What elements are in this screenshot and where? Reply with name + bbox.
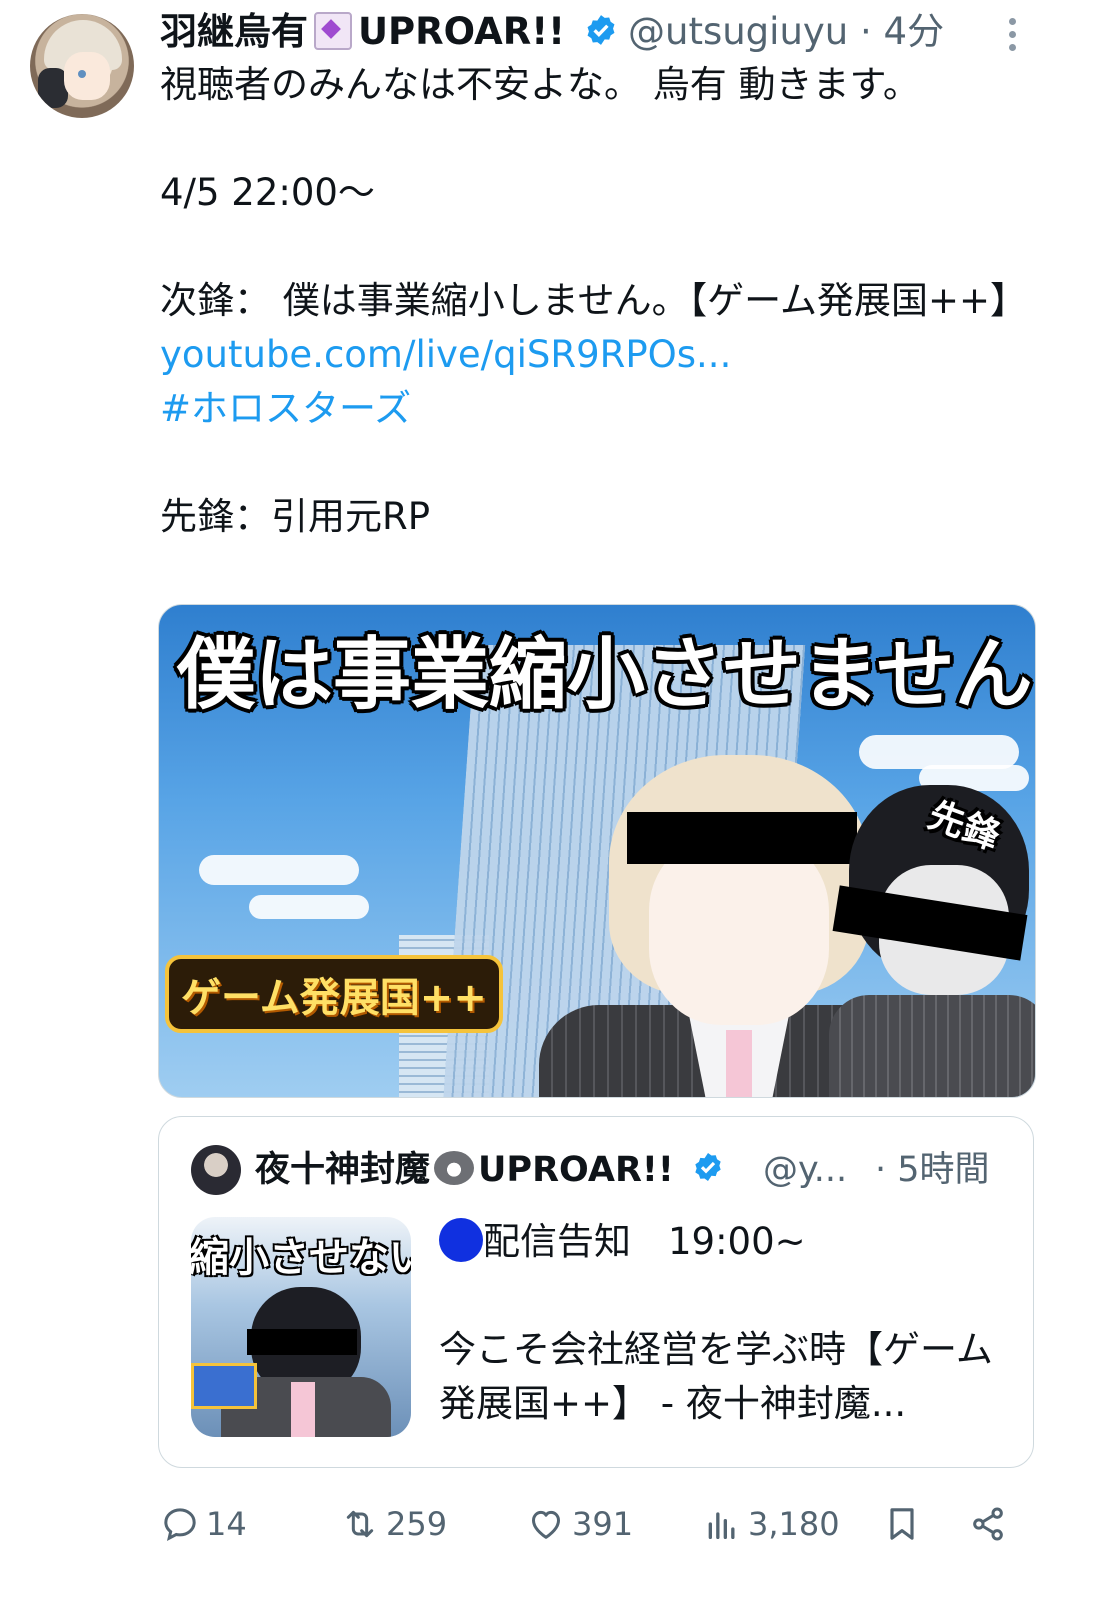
share-icon	[973, 1507, 1003, 1541]
author-display-name[interactable]: 羽継烏有	[160, 10, 308, 53]
views-count: 3,180	[748, 1505, 840, 1543]
like-button[interactable]: 391	[526, 1494, 633, 1554]
verified-badge-icon	[587, 14, 615, 45]
repost-button[interactable]: 259	[340, 1494, 447, 1554]
heart-icon	[532, 1510, 560, 1539]
more-options-icon[interactable]	[1006, 18, 1018, 54]
action-bar: 14 259 391 3,180	[160, 1494, 1040, 1554]
quote-line-1: 配信告知 19:00~	[483, 1220, 806, 1263]
tweet-line: 次鋒： 僕は事業縮小しません。【ゲーム発展国++】	[160, 279, 1028, 322]
quote-handle: @y...	[763, 1150, 848, 1190]
tweet-text: 視聴者のみんなは不安よな。 烏有 動きます。 4/5 22:00〜 次鋒： 僕は…	[160, 58, 1040, 544]
tweet-line: 4/5 22:00〜	[160, 171, 375, 214]
emblem-icon	[314, 11, 352, 50]
quote-time: · 5時間	[875, 1150, 990, 1190]
tweet-line: 先鋒：引用元RP	[160, 495, 431, 538]
share-button[interactable]	[968, 1494, 1014, 1554]
author-handle-time[interactable]: @utsugiuyu · 4分	[628, 8, 944, 56]
quote-author-avatar	[191, 1145, 241, 1195]
views-button[interactable]: 3,180	[702, 1494, 840, 1554]
quote-affiliation: UPROAR!!	[478, 1150, 674, 1190]
quote-thumb-title: 縮小させない会社	[191, 1234, 411, 1281]
repost-icon	[346, 1510, 374, 1538]
bookmark-button[interactable]	[882, 1494, 928, 1554]
quote-display-name: 夜十神封魔	[255, 1150, 431, 1190]
quote-line-2: 今こそ会社経営を学ぶ時【ゲーム発展国++】 - 夜十神封魔...	[439, 1328, 993, 1425]
views-chart-icon	[708, 1512, 735, 1539]
media-title-text: 僕は事業縮小させません	[177, 629, 1033, 720]
quote-text: 配信告知 19:00~ 今こそ会社経営を学ぶ時【ゲーム発展国++】 - 夜十神封…	[439, 1215, 1009, 1431]
media-image[interactable]: 僕は事業縮小させません 先鋒 ゲーム発展国++	[158, 604, 1036, 1098]
verified-badge-icon	[695, 1153, 721, 1181]
quoted-tweet-card[interactable]: 夜十神封魔 UPROAR!! @y... · 5時間 縮小させない会社 配信告知 …	[158, 1116, 1034, 1468]
author-avatar[interactable]	[30, 14, 134, 118]
raccoon-icon	[434, 1151, 475, 1185]
tweet-link[interactable]: youtube.com/live/qiSR9RPOs...	[160, 328, 1040, 382]
blue-circle-icon	[439, 1217, 483, 1262]
tweet-hashtag[interactable]: #ホロスターズ	[160, 382, 1040, 436]
quote-author-name: 夜十神封魔 UPROAR!!	[255, 1145, 724, 1195]
censor-bar	[247, 1329, 357, 1355]
like-count: 391	[572, 1505, 634, 1543]
game-logo: ゲーム発展国++	[165, 955, 503, 1033]
author-name[interactable]: 羽継烏有 UPROAR!!	[160, 8, 618, 56]
reply-count: 14	[206, 1505, 247, 1543]
censor-bar	[627, 812, 857, 864]
quote-thumbnail: 縮小させない会社	[191, 1217, 411, 1437]
repost-count: 259	[386, 1505, 448, 1543]
author-affiliation[interactable]: UPROAR!!	[358, 10, 565, 53]
bookmark-icon	[890, 1508, 914, 1540]
tweet-line: 視聴者のみんなは不安よな。 烏有 動きます。	[160, 63, 920, 106]
reply-button[interactable]: 14	[160, 1494, 247, 1554]
reply-icon	[164, 1508, 196, 1542]
